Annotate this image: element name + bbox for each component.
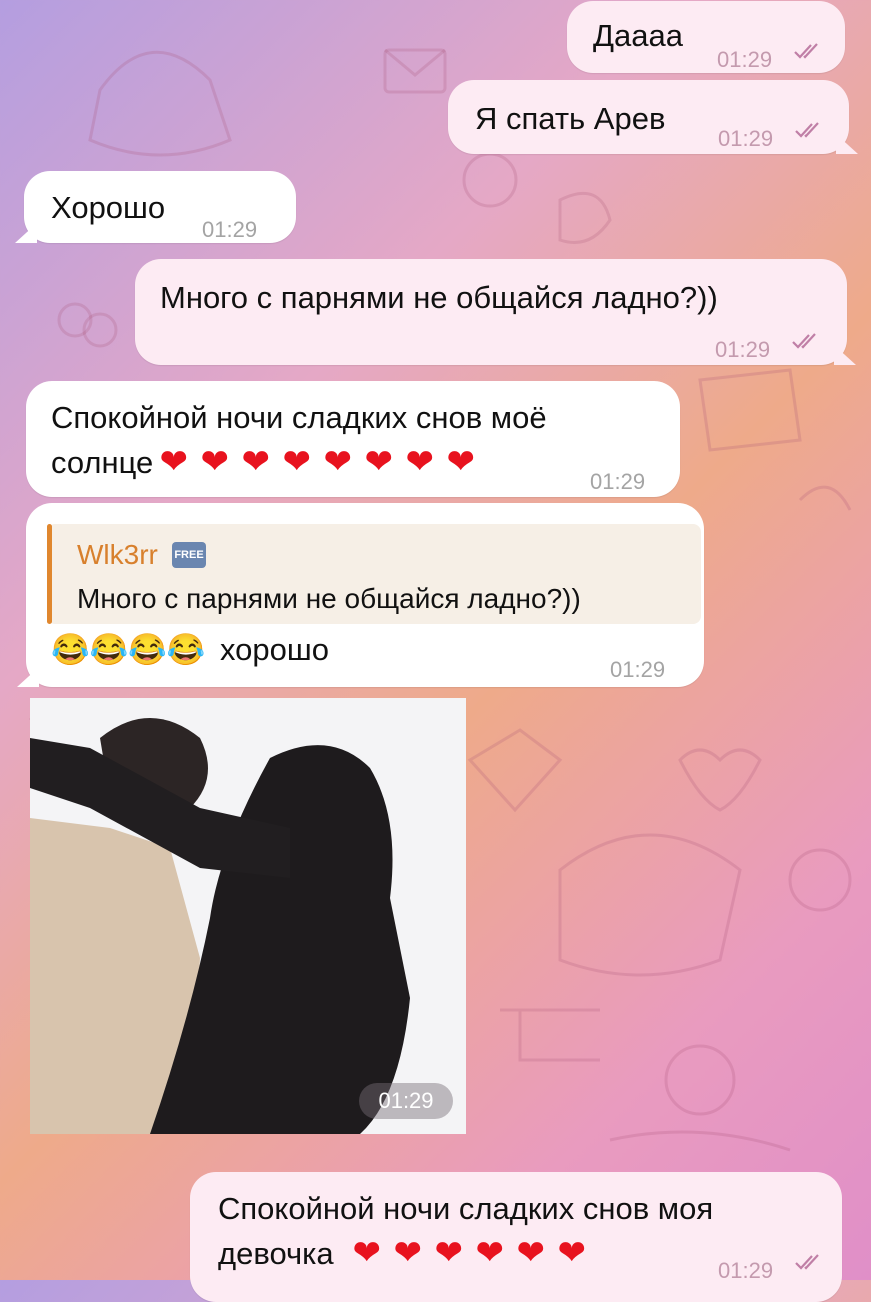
video-thumbnail [30,698,466,1134]
heart-icon: ❤ [241,443,271,481]
heart-icon: ❤ [475,1234,505,1272]
message-text: хорошо [220,632,330,667]
reply-author: Wlk3rr [77,539,158,570]
message-text-line1: Спокойной ночи сладких снов моё [51,400,547,435]
message-outgoing[interactable]: Я спать Арев 01:29 [448,80,858,154]
double-check-icon [794,43,818,59]
message-time: 01:29 [717,47,773,72]
message-text-line2: солнце ❤ ❤ ❤ ❤ ❤ ❤ ❤ ❤ [51,441,481,484]
heart-icon: ❤ [200,443,230,481]
reply-quote[interactable]: Wlk3rr FREE Много с парнями не общайся л… [47,524,701,624]
message-time: 01:29 [202,217,258,242]
video-message[interactable] [30,698,466,1134]
message-text: Много с парнями не общайся ладно?)) [160,280,718,315]
heart-icon: ❤ [446,443,476,481]
message-incoming[interactable]: Спокойной ночи сладких снов моё солнце ❤ ❤… [26,381,680,497]
message-text-line1: Спокойной ночи сладких снов моя [218,1191,714,1226]
video-duration: 01:29 [359,1083,453,1119]
reply-text: Много с парнями не общайся ладно?)) [77,583,581,614]
heart-icon: ❤ [405,443,435,481]
message-text: девочка [218,1236,334,1271]
heart-icon: ❤ [434,1234,464,1272]
heart-icon: ❤ [393,1234,423,1272]
message-time: 01:29 [610,657,666,682]
message-text: Даааа [593,18,683,53]
message-time: 01:29 [590,469,646,494]
free-badge: FREE [172,542,206,568]
heart-icon: ❤ [364,443,394,481]
double-check-icon [795,1254,819,1270]
message-outgoing[interactable]: Спокойной ночи сладких снов моя девочка … [190,1172,842,1302]
heart-icon: ❤ [352,1234,382,1272]
message-text: Хорошо [51,190,166,225]
double-check-icon [795,122,819,138]
message-text-line2: девочка ❤ ❤ ❤ ❤ ❤ ❤ [218,1232,592,1275]
message-incoming-reply[interactable]: Wlk3rr FREE Много с парнями не общайся л… [17,503,704,687]
heart-icon: ❤ [323,443,353,481]
heart-emoji-row: ❤ ❤ ❤ ❤ ❤ ❤ ❤ ❤ [153,443,481,481]
heart-icon: ❤ [282,443,312,481]
heart-icon: ❤ [516,1234,546,1272]
double-check-icon [792,333,816,349]
message-outgoing[interactable]: Даааа 01:29 [567,1,845,73]
laugh-emoji-row: 😂😂😂😂 [51,632,206,667]
message-time: 01:29 [715,337,771,362]
heart-emoji-row: ❤ ❤ ❤ ❤ ❤ ❤ [346,1234,592,1272]
message-content: 😂😂😂😂 хорошо [51,629,329,671]
message-text: Я спать Арев [475,101,666,136]
heart-icon: ❤ [557,1234,587,1272]
message-text: солнце [51,445,154,480]
message-outgoing[interactable]: Много с парнями не общайся ладно?)) 01:2… [135,259,856,365]
message-time: 01:29 [718,126,774,151]
message-time: 01:29 [718,1258,774,1283]
heart-icon: ❤ [159,443,189,481]
message-incoming[interactable]: Хорошо 01:29 [15,171,296,243]
reply-accent-bar [47,524,52,624]
